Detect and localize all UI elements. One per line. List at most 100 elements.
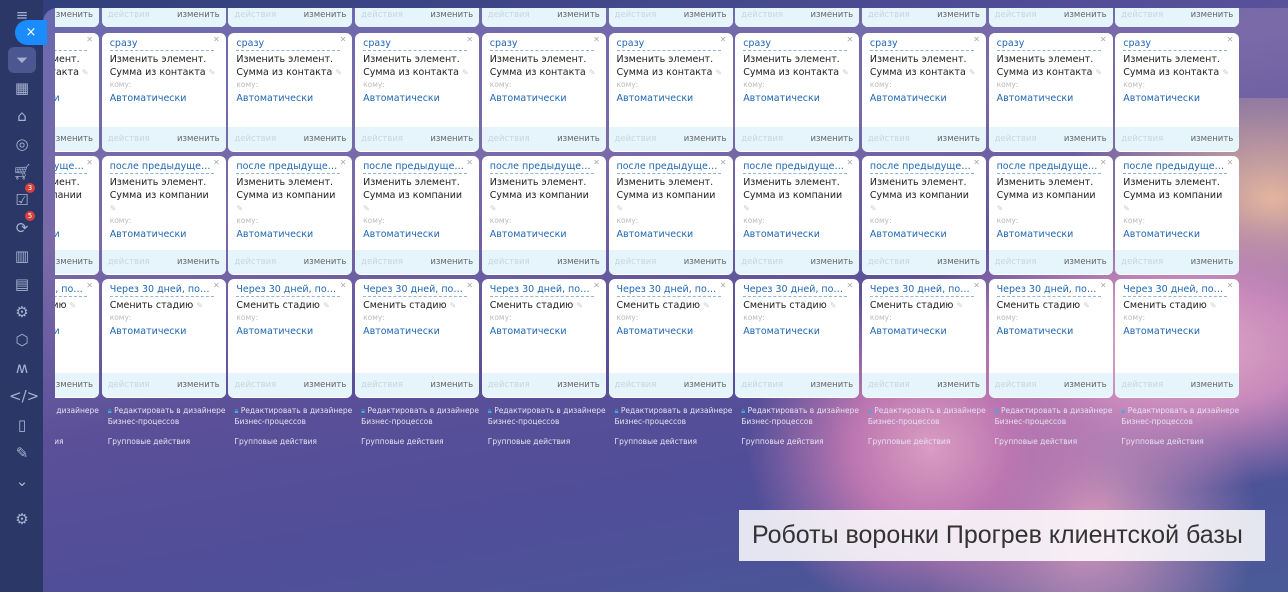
actions-link[interactable]: действия	[1121, 257, 1163, 267]
edit-link[interactable]: изменить	[55, 134, 93, 144]
pencil-icon[interactable]: ✎	[196, 301, 203, 310]
robot-card[interactable]: после предыдущего, п... ✕ Изменить элеме…	[228, 156, 353, 275]
edit-link[interactable]: изменить	[1191, 10, 1234, 20]
robot-condition-link[interactable]: после предыдущего, п...	[236, 160, 341, 174]
close-icon[interactable]: ✕	[1100, 281, 1107, 290]
close-icon[interactable]: ✕	[1227, 158, 1234, 167]
pencil-icon[interactable]: ✎	[82, 68, 89, 77]
edit-link[interactable]: изменить	[937, 257, 980, 267]
edit-link[interactable]: изменить	[937, 134, 980, 144]
robot-card[interactable]: действия изменить	[101, 8, 226, 27]
actions-link[interactable]: действия	[868, 380, 910, 390]
pencil-icon[interactable]: ✎	[703, 301, 710, 310]
robot-card[interactable]: сразу ✕ Изменить элемент. Сумма из контак…	[355, 33, 480, 152]
robot-condition-link[interactable]: после предыдущего, п...	[869, 160, 974, 174]
robot-condition-link[interactable]: Через 30 дней, после ...	[363, 283, 468, 297]
robot-card[interactable]: сразу ✕ Изменить элемент. Сумма из контак…	[735, 33, 860, 152]
robot-condition-link[interactable]: сразу	[236, 37, 341, 51]
robot-card[interactable]: Через 30 дней, после ... ✕ Сменить стади…	[608, 279, 733, 398]
designer-link[interactable]: Редактировать в дизайнере	[367, 406, 478, 415]
robot-condition-link[interactable]: сразу	[996, 37, 1101, 51]
close-icon[interactable]: ✕	[213, 35, 220, 44]
chevron-down-icon[interactable]: ⌄	[9, 470, 35, 492]
edit-link[interactable]: изменить	[557, 134, 600, 144]
robot-condition-link[interactable]: сразу	[55, 37, 87, 51]
robot-card[interactable]: сразу ✕ Изменить элемент. Сумма из контак…	[228, 33, 353, 152]
actions-link[interactable]: действия	[1121, 134, 1163, 144]
robot-condition-link[interactable]: после предыдущего, п...	[743, 160, 848, 174]
actions-link[interactable]: действия	[615, 257, 657, 267]
close-icon[interactable]: ✕	[846, 35, 853, 44]
pencil-icon[interactable]: ✎	[490, 204, 497, 213]
card-icon[interactable]: ▤	[9, 273, 35, 295]
robot-card[interactable]: действия изменить	[1115, 8, 1240, 27]
pencil-icon[interactable]: ✎	[969, 68, 976, 77]
pencil-icon[interactable]: ✎	[110, 204, 117, 213]
designer-link-2[interactable]: Бизнес-процессов	[995, 417, 1067, 426]
document-icon[interactable]: ▯	[9, 414, 35, 436]
robot-card[interactable]: Через 30 дней, после ... ✕ Сменить стади…	[55, 279, 99, 398]
robot-icon[interactable]: ⚙	[9, 301, 35, 323]
robot-condition-link[interactable]: после предыдущего, п...	[616, 160, 721, 174]
actions-link[interactable]: действия	[741, 257, 783, 267]
robot-condition-link[interactable]: Через 30 дней, после ...	[1123, 283, 1228, 297]
edit-link[interactable]: изменить	[55, 257, 93, 267]
target-icon[interactable]: ◎	[9, 133, 35, 155]
close-icon[interactable]: ✕	[973, 158, 980, 167]
actions-link[interactable]: действия	[361, 380, 403, 390]
robot-condition-link[interactable]: Через 30 дней, после ...	[236, 283, 341, 297]
close-icon[interactable]: ✕	[593, 281, 600, 290]
robot-card[interactable]: действия изменить	[861, 8, 986, 27]
tasks-icon[interactable]: ☑ 3	[9, 183, 35, 211]
pencil-icon[interactable]: ✎	[715, 68, 722, 77]
edit-link[interactable]: изменить	[684, 10, 727, 20]
pencil-icon[interactable]: ✎	[1083, 301, 1090, 310]
robot-card[interactable]: сразу ✕ Изменить элемент. Сумма из контак…	[55, 33, 99, 152]
robot-condition-link[interactable]: сразу	[869, 37, 974, 51]
actions-link[interactable]: действия	[995, 10, 1037, 20]
close-icon[interactable]: ✕	[720, 158, 727, 167]
edit-link[interactable]: изменить	[684, 380, 727, 390]
robot-card[interactable]: после предыдущего, п... ✕ Изменить элеме…	[55, 156, 99, 275]
edit-link[interactable]: изменить	[810, 10, 853, 20]
robot-condition-link[interactable]: после предыдущего, п...	[489, 160, 594, 174]
actions-link[interactable]: действия	[741, 380, 783, 390]
close-icon[interactable]: ✕	[593, 158, 600, 167]
edit-link[interactable]: изменить	[937, 10, 980, 20]
actions-link[interactable]: действия	[615, 380, 657, 390]
robot-card[interactable]: действия изменить	[988, 8, 1113, 27]
robot-card[interactable]: Через 30 дней, после ... ✕ Сменить стади…	[988, 279, 1113, 398]
designer-link-2[interactable]: Бизнес-процессов	[615, 417, 687, 426]
robot-condition-link[interactable]: после предыдущего, п...	[1123, 160, 1228, 174]
designer-link[interactable]: Редактировать в дизайнере	[241, 406, 352, 415]
designer-link[interactable]: Редактировать в дизайнере	[114, 406, 225, 415]
robot-condition-link[interactable]: после предыдущего, п...	[109, 160, 214, 174]
robot-card[interactable]: действия изменить	[481, 8, 606, 27]
edit-link[interactable]: изменить	[1191, 380, 1234, 390]
pencil-icon[interactable]: ✎	[462, 68, 469, 77]
close-icon[interactable]: ✕	[213, 281, 220, 290]
robot-condition-link[interactable]: сразу	[489, 37, 594, 51]
robot-card[interactable]: после предыдущего, п... ✕ Изменить элеме…	[861, 156, 986, 275]
robot-card[interactable]: Через 30 дней, после ... ✕ Сменить стади…	[355, 279, 480, 398]
robot-card[interactable]: после предыдущего, п... ✕ Изменить элеме…	[988, 156, 1113, 275]
actions-link[interactable]: действия	[108, 257, 150, 267]
actions-link[interactable]: действия	[741, 134, 783, 144]
designer-link[interactable]: Редактировать в дизайнере	[1128, 406, 1239, 415]
edit-link[interactable]: изменить	[55, 10, 93, 20]
close-icon[interactable]: ✕	[86, 35, 93, 44]
robot-card[interactable]: Через 30 дней, после ... ✕ Сменить стади…	[861, 279, 986, 398]
robot-condition-link[interactable]: сразу	[363, 37, 468, 51]
actions-link[interactable]: действия	[868, 10, 910, 20]
robot-card[interactable]: после предыдущего, п... ✕ Изменить элеме…	[355, 156, 480, 275]
robot-condition-link[interactable]: сразу	[1123, 37, 1228, 51]
designer-link-2[interactable]: Бизнес-процессов	[488, 417, 560, 426]
pencil-icon[interactable]: ✎	[842, 68, 849, 77]
robot-card[interactable]: после предыдущего, п... ✕ Изменить элеме…	[608, 156, 733, 275]
edit-link[interactable]: изменить	[684, 257, 727, 267]
designer-link-2[interactable]: Бизнес-процессов	[234, 417, 306, 426]
close-icon[interactable]: ✕	[1227, 35, 1234, 44]
close-icon[interactable]: ✕	[973, 35, 980, 44]
close-icon[interactable]: ✕	[1100, 35, 1107, 44]
pencil-icon[interactable]: ✎	[589, 68, 596, 77]
